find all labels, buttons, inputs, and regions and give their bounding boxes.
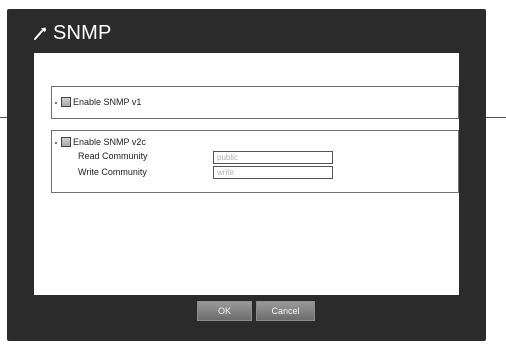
read-community-input[interactable]: public	[213, 151, 333, 164]
dialog-content: Enable SNMP v1 Enable SNMP v2c Read Comm…	[34, 53, 459, 295]
enable-snmp-v2c-checkbox[interactable]	[61, 137, 71, 147]
enable-snmp-v1-label: Enable SNMP v1	[73, 97, 142, 107]
snmp-v2c-group: Enable SNMP v2c Read Community public Wr…	[51, 130, 459, 193]
bullet-icon	[55, 142, 57, 144]
bullet-icon	[55, 102, 57, 104]
background-line-left	[0, 117, 7, 118]
wrench-icon	[32, 25, 48, 41]
snmp-v1-group: Enable SNMP v1	[51, 86, 459, 119]
enable-snmp-v2c-label: Enable SNMP v2c	[73, 137, 146, 147]
dialog-title: SNMP	[53, 21, 112, 44]
enable-snmp-v1-checkbox[interactable]	[61, 97, 71, 107]
snmp-dialog: SNMP Enable SNMP v1 Enable SNMP v2c Read…	[7, 9, 486, 341]
background-line-right	[486, 117, 506, 118]
write-community-input[interactable]: write	[213, 166, 333, 179]
read-community-label: Read Community	[78, 151, 148, 161]
dialog-title-bar: SNMP	[32, 21, 112, 45]
ok-button[interactable]: OK	[197, 301, 252, 321]
write-community-label: Write Community	[78, 167, 147, 177]
cancel-button[interactable]: Cancel	[256, 301, 315, 321]
